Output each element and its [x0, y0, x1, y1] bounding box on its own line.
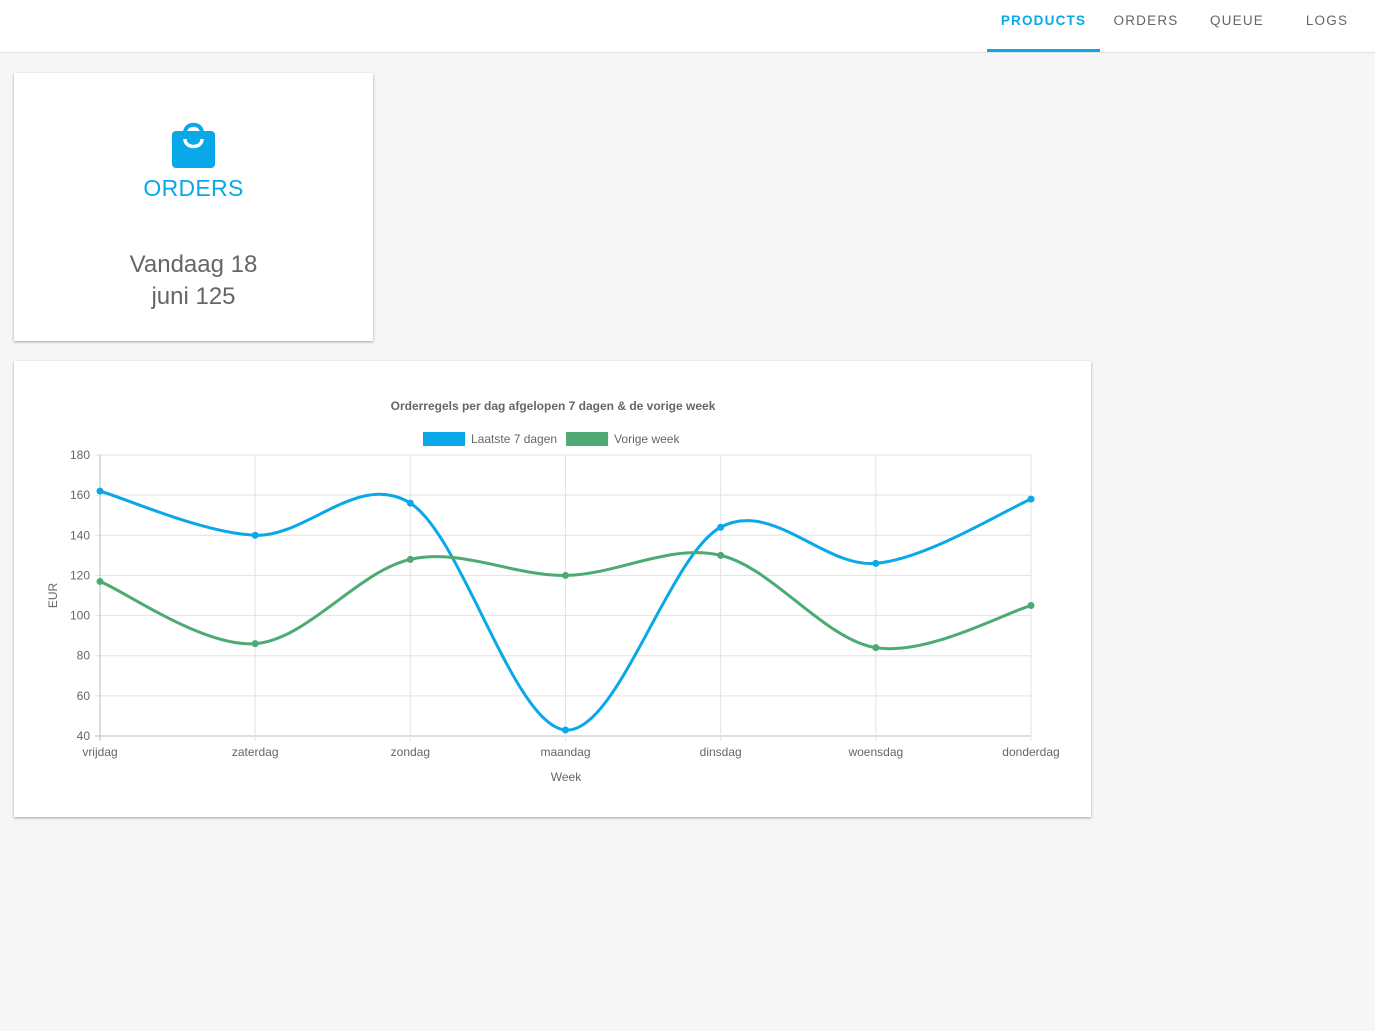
top-navigation-bar: PRODUCTS ORDERS QUEUE LOGS	[0, 0, 1375, 53]
tab-queue[interactable]: QUEUE	[1192, 0, 1282, 53]
tab-products[interactable]: PRODUCTS	[987, 0, 1100, 53]
orders-today-stat: Vandaag 18	[129, 251, 258, 278]
tab-orders[interactable]: ORDERS	[1100, 0, 1192, 53]
orders-card-title: ORDERS	[143, 175, 244, 201]
shopping-bag-icon	[172, 122, 215, 168]
active-tab-indicator	[987, 49, 1100, 52]
tab-logs[interactable]: LOGS	[1282, 0, 1372, 53]
orders-month-stat: juni 125	[151, 283, 236, 310]
orders-chart-card	[14, 361, 1091, 817]
